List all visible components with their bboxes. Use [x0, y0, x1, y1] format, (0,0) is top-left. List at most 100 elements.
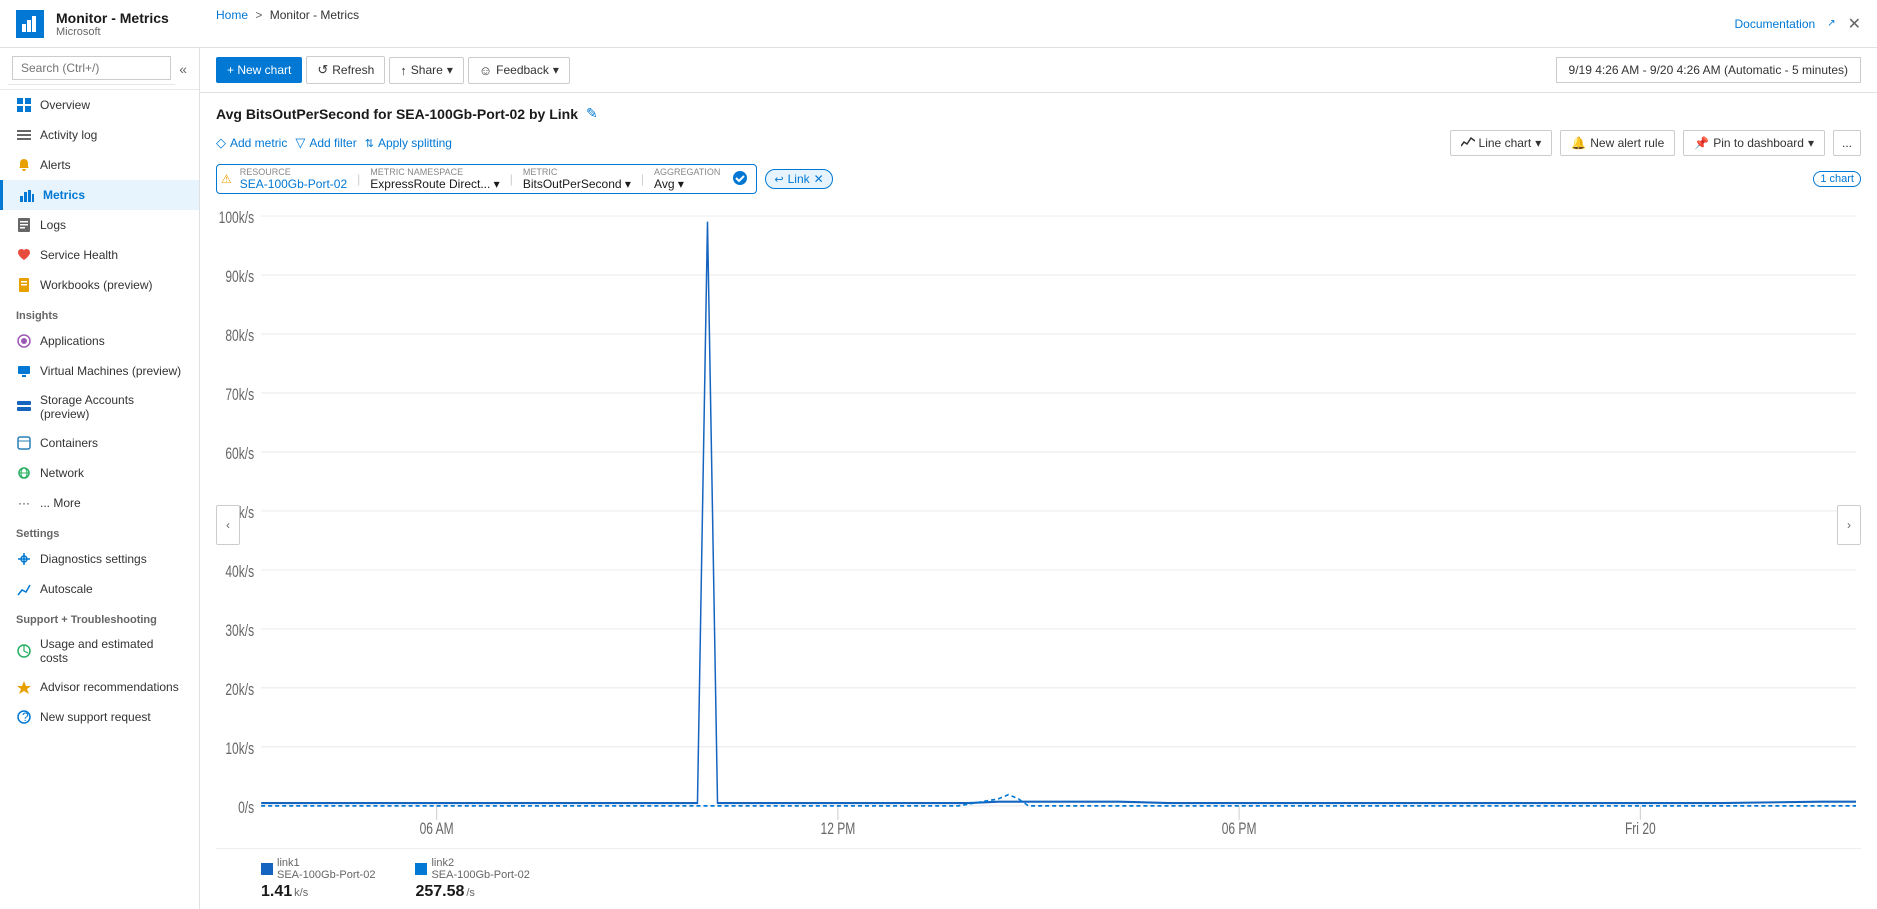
refresh-button[interactable]: ↺ Refresh — [306, 56, 385, 84]
sidebar-item-label-support: New support request — [40, 710, 151, 724]
sidebar-item-diagnostics[interactable]: Diagnostics settings — [0, 544, 199, 574]
sidebar-item-label-alerts: Alerts — [40, 158, 71, 172]
sidebar-item-label-usage-costs: Usage and estimated costs — [40, 637, 183, 665]
breadcrumb-home[interactable]: Home — [216, 8, 248, 22]
sidebar-item-metrics[interactable]: Metrics — [0, 180, 199, 210]
documentation-link[interactable]: Documentation — [1734, 17, 1815, 31]
sidebar-collapse-button[interactable]: « — [175, 61, 191, 77]
insights-section-label: Insights — [0, 300, 199, 326]
line-chart-container: ‹ › 100k/s 90k/s 80k/s 70k/s 60k/s 50k/s… — [216, 202, 1861, 848]
sidebar-item-label-service-health: Service Health — [40, 248, 118, 262]
sidebar-item-advisor[interactable]: Advisor recommendations — [0, 672, 199, 702]
add-filter-button[interactable]: ▽ Add filter — [295, 131, 356, 155]
feedback-icon: ☺ — [479, 63, 492, 78]
breadcrumb-current: Monitor - Metrics — [270, 8, 359, 22]
heart-icon — [16, 247, 32, 263]
svg-text:60k/s: 60k/s — [225, 445, 254, 463]
search-input[interactable] — [12, 56, 171, 80]
more-options-button[interactable]: ... — [1833, 130, 1861, 156]
metric-actions-bar: ◇ Add metric ▽ Add filter ⇅ Apply splitt… — [216, 130, 1861, 156]
sidebar-item-containers[interactable]: Containers — [0, 428, 199, 458]
add-metric-button[interactable]: ◇ Add metric — [216, 131, 287, 155]
sidebar-item-virtual-machines[interactable]: Virtual Machines (preview) — [0, 356, 199, 386]
svg-text:?: ? — [22, 710, 29, 724]
network-icon — [16, 465, 32, 481]
chart-title: Avg BitsOutPerSecond for SEA-100Gb-Port-… — [216, 106, 578, 122]
split-arrow-icon: ↩ — [774, 173, 783, 186]
chart-nav-right[interactable]: › — [1837, 505, 1861, 545]
sidebar-item-label-applications: Applications — [40, 334, 105, 348]
time-range-button[interactable]: 9/19 4:26 AM - 9/20 4:26 AM (Automatic -… — [1556, 57, 1861, 83]
metric-selector[interactable]: METRIC BitsOutPerSecond ▾ — [517, 167, 637, 191]
sidebar-item-autoscale[interactable]: Autoscale — [0, 574, 199, 604]
close-button[interactable]: ✕ — [1848, 14, 1861, 34]
chart-type-chevron-icon: ▾ — [1535, 136, 1541, 150]
pin-to-dashboard-button[interactable]: 📌 Pin to dashboard ▾ — [1683, 130, 1825, 156]
grid-icon — [16, 97, 32, 113]
edit-title-icon[interactable]: ✎ — [586, 105, 598, 122]
split-by-tag[interactable]: ↩ Link ✕ — [765, 169, 832, 189]
sidebar-item-label-overview: Overview — [40, 98, 90, 112]
svg-text:30k/s: 30k/s — [225, 622, 254, 640]
share-icon: ↑ — [400, 63, 407, 78]
sidebar-item-workbooks[interactable]: Workbooks (preview) — [0, 270, 199, 300]
sidebar-item-label-containers: Containers — [40, 436, 98, 450]
sidebar-item-support-request[interactable]: ? New support request — [0, 702, 199, 732]
legend-value-link2: 257.58 — [415, 883, 464, 901]
app-icon-small — [16, 333, 32, 349]
sidebar-item-network[interactable]: Network — [0, 458, 199, 488]
aggregation-selector[interactable]: AGGREGATION Avg ▾ — [648, 167, 726, 191]
sidebar-item-label-network: Network — [40, 466, 84, 480]
svg-text:90k/s: 90k/s — [225, 268, 254, 286]
line-chart-button[interactable]: Line chart ▾ — [1450, 130, 1553, 156]
chart-area: Avg BitsOutPerSecond for SEA-100Gb-Port-… — [200, 93, 1877, 909]
doc-icon — [16, 217, 32, 233]
sidebar-item-service-health[interactable]: Service Health — [0, 240, 199, 270]
sidebar-item-storage[interactable]: Storage Accounts (preview) — [0, 386, 199, 428]
list-icon — [16, 127, 32, 143]
sidebar-item-logs[interactable]: Logs — [0, 210, 199, 240]
sidebar-item-more[interactable]: ··· ... More — [0, 488, 199, 518]
sidebar-item-label-workbooks: Workbooks (preview) — [40, 278, 152, 292]
sidebar-item-usage-costs[interactable]: Usage and estimated costs — [0, 630, 199, 672]
svg-text:Fri 20: Fri 20 — [1625, 820, 1656, 838]
legend-value-link1: 1.41 — [261, 883, 292, 901]
splitting-icon: ⇅ — [365, 137, 374, 150]
doc-external-icon: ↗ — [1827, 18, 1835, 29]
sidebar-item-alerts[interactable]: Alerts — [0, 150, 199, 180]
app-subtitle: Microsoft — [56, 26, 169, 38]
support-icon: ? — [16, 709, 32, 725]
new-alert-rule-button[interactable]: 🔔 New alert rule — [1560, 130, 1675, 156]
legend-color-link1 — [261, 863, 273, 875]
svg-text:10k/s: 10k/s — [225, 740, 254, 758]
pin-icon: 📌 — [1694, 136, 1709, 150]
sidebar-item-label-vms: Virtual Machines (preview) — [40, 364, 181, 378]
pin-chevron-icon: ▾ — [1808, 136, 1814, 150]
share-chevron-icon: ▾ — [447, 63, 453, 77]
sidebar-item-activity-log[interactable]: Activity log — [0, 120, 199, 150]
sidebar-item-label-activity-log: Activity log — [40, 128, 97, 142]
svg-text:20k/s: 20k/s — [225, 681, 254, 699]
metric-namespace-selector[interactable]: METRIC NAMESPACE ExpressRoute Direct... … — [364, 167, 505, 191]
sidebar-item-label-diagnostics: Diagnostics settings — [40, 552, 147, 566]
new-chart-button[interactable]: + New chart — [216, 57, 302, 83]
check-circle-icon — [732, 170, 748, 186]
vm-icon — [16, 363, 32, 379]
legend-unit-link1: k/s — [294, 887, 308, 899]
sidebar-item-overview[interactable]: Overview — [0, 90, 199, 120]
usage-icon — [16, 643, 32, 659]
resource-selector[interactable]: RESOURCE SEA-100Gb-Port-02 — [234, 167, 353, 191]
svg-text:06 PM: 06 PM — [1222, 820, 1257, 838]
container-icon — [16, 435, 32, 451]
feedback-button[interactable]: ☺ Feedback ▾ — [468, 57, 570, 84]
legend-item-link1: link1SEA-100Gb-Port-02 1.41 k/s — [261, 857, 375, 901]
apply-splitting-button[interactable]: ⇅ Apply splitting — [365, 132, 452, 154]
sidebar-item-applications[interactable]: Applications — [0, 326, 199, 356]
share-button[interactable]: ↑ Share ▾ — [389, 57, 464, 84]
svg-text:40k/s: 40k/s — [225, 563, 254, 581]
remove-split-button[interactable]: ✕ — [814, 172, 824, 186]
chart-title-bar: Avg BitsOutPerSecond for SEA-100Gb-Port-… — [216, 93, 1861, 130]
chart-bar-icon — [19, 187, 35, 203]
chart-nav-left[interactable]: ‹ — [216, 505, 240, 545]
chart-count-badge: 1 chart — [1813, 171, 1861, 187]
